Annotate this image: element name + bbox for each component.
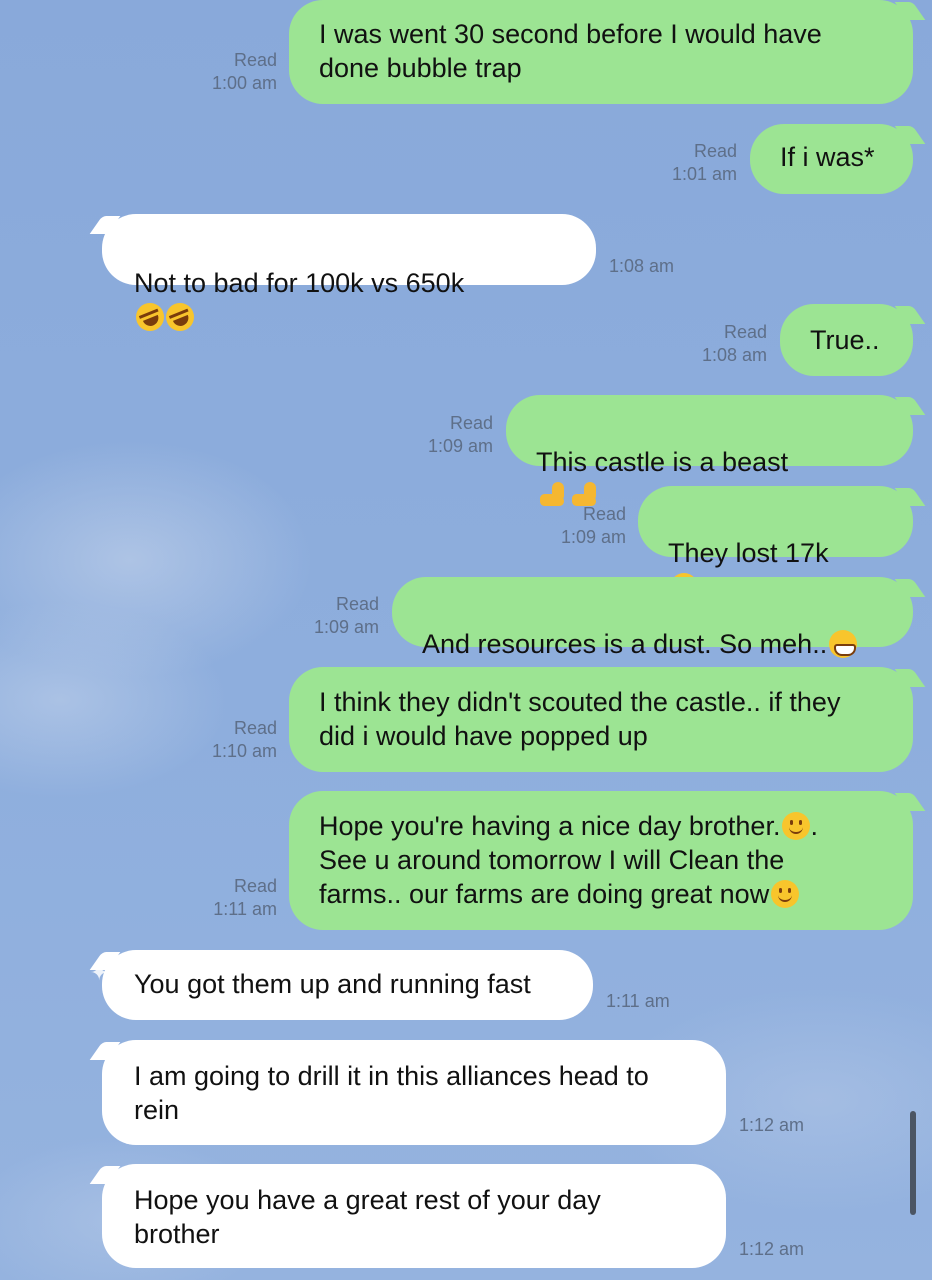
read-receipt: Read 1:00 am bbox=[211, 50, 277, 93]
slightly-smiling-face-icon bbox=[771, 880, 800, 908]
incoming-message-bubble[interactable]: Hope you have a great rest of your day b… bbox=[89, 1164, 726, 1268]
outgoing-message-bubble[interactable]: This castle is a beast bbox=[506, 395, 926, 506]
outgoing-message-bubble[interactable]: If i was* bbox=[750, 124, 926, 194]
read-receipt: Read 1:09 am bbox=[313, 594, 379, 637]
message-text: I think they didn't scouted the castle..… bbox=[319, 687, 841, 751]
message-timestamp: 1:08 am bbox=[609, 256, 675, 276]
message-timestamp: 1:12 am bbox=[739, 1239, 805, 1259]
message-text: They lost 17k bbox=[668, 538, 829, 568]
message-text: Not to bad for 100k vs 650k bbox=[134, 268, 465, 298]
outgoing-message-bubble[interactable]: True.. bbox=[780, 304, 926, 376]
message-text: Hope you have a great rest of your day b… bbox=[134, 1185, 601, 1249]
message-text: I am going to drill it in this alliances… bbox=[134, 1061, 649, 1125]
read-receipt: Read 1:11 am bbox=[213, 876, 277, 919]
read-receipt: Read 1:09 am bbox=[560, 504, 626, 547]
outgoing-message-bubble[interactable]: And resources is a dust. So meh.. bbox=[392, 577, 926, 659]
incoming-message-bubble[interactable]: You got them up and running fast bbox=[89, 950, 593, 1020]
message-timestamp: 1:11 am bbox=[606, 991, 670, 1011]
outgoing-message-bubble[interactable]: They lost 17k bbox=[638, 486, 926, 601]
scrollbar[interactable] bbox=[910, 1111, 916, 1215]
message-text: I was went 30 second before I would have… bbox=[319, 19, 822, 83]
slightly-smiling-face-icon bbox=[782, 812, 811, 840]
message-text: Hope you're having a nice day brother. bbox=[319, 811, 781, 841]
grinning-face-icon bbox=[829, 630, 858, 658]
outgoing-message-bubble[interactable]: Hope you're having a nice day brother.. … bbox=[289, 791, 926, 930]
rolling-on-floor-laughing-icon bbox=[131, 298, 169, 336]
read-receipt: Read 1:09 am bbox=[427, 413, 493, 456]
message-text: This castle is a beast bbox=[536, 447, 789, 477]
read-receipt: Read 1:10 am bbox=[211, 718, 277, 761]
read-receipt: Read 1:01 am bbox=[671, 141, 737, 184]
outgoing-message-bubble[interactable]: I was went 30 second before I would have… bbox=[289, 0, 926, 104]
outgoing-message-bubble[interactable]: I think they didn't scouted the castle..… bbox=[289, 667, 926, 772]
message-text: See u around tomorrow I will Clean the bbox=[319, 845, 785, 875]
message-text: True.. bbox=[810, 325, 880, 355]
rolling-on-floor-laughing-icon bbox=[161, 298, 199, 336]
read-receipt: Read 1:08 am bbox=[701, 322, 767, 365]
incoming-message-bubble[interactable]: Not to bad for 100k vs 650k bbox=[89, 214, 596, 336]
message-text: farms.. our farms are doing great now bbox=[319, 879, 770, 909]
message-text: And resources is a dust. So meh.. bbox=[422, 629, 828, 659]
message-timestamp: 1:12 am bbox=[739, 1115, 805, 1135]
message-text: If i was* bbox=[780, 142, 875, 172]
incoming-message-bubble[interactable]: I am going to drill it in this alliances… bbox=[89, 1040, 726, 1145]
message-text: You got them up and running fast bbox=[134, 969, 531, 999]
